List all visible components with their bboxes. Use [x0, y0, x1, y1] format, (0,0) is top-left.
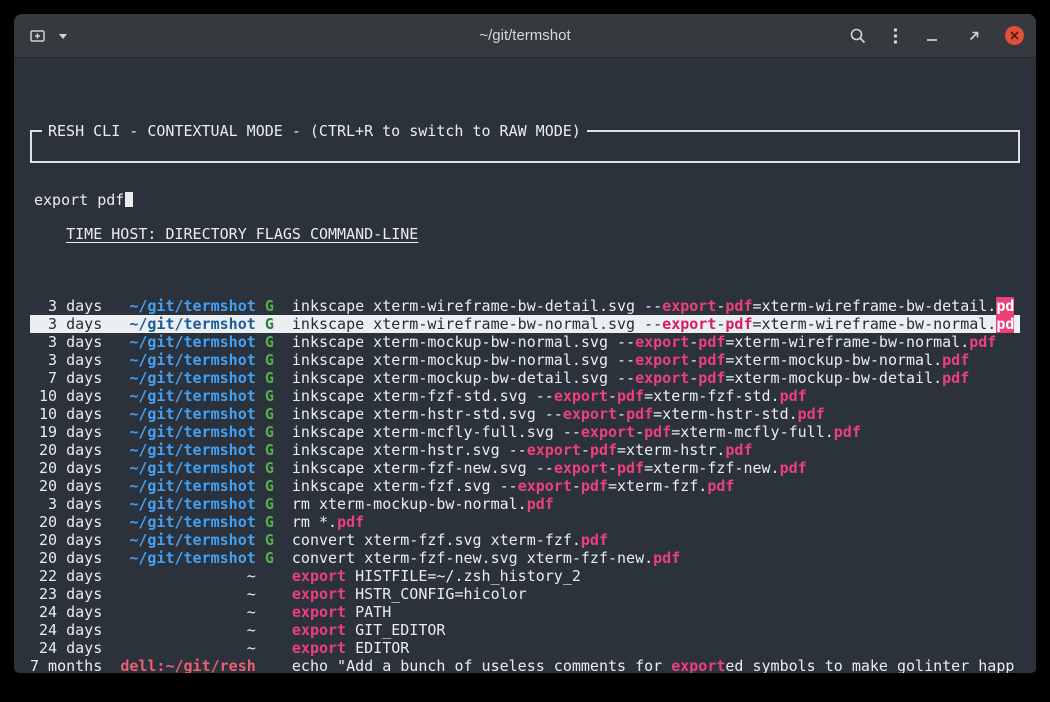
history-row[interactable]: 20 days ~/git/termshot G inkscape xterm-…: [30, 441, 1020, 459]
history-row[interactable]: 20 days ~/git/termshot G convert xterm-f…: [30, 549, 1020, 567]
history-row[interactable]: 19 days ~/git/termshot G inkscape xterm-…: [30, 423, 1020, 441]
history-row[interactable]: 24 days ~ export PATH: [30, 603, 1020, 621]
titlebar[interactable]: ~/git/termshot: [14, 14, 1036, 58]
history-list: 3 days ~/git/termshot G inkscape xterm-w…: [30, 297, 1020, 673]
maximize-button[interactable]: [963, 25, 985, 47]
text-cursor: [125, 192, 133, 207]
history-row[interactable]: 10 days ~/git/termshot G inkscape xterm-…: [30, 405, 1020, 423]
menu-button[interactable]: [890, 24, 901, 48]
history-row[interactable]: 3 days ~/git/termshot G inkscape xterm-w…: [30, 315, 1020, 333]
terminal-window: ~/git/termshot: [14, 14, 1036, 673]
history-row[interactable]: 20 days ~/git/termshot G convert xterm-f…: [30, 531, 1020, 549]
restore-icon: [966, 28, 982, 44]
history-row[interactable]: 22 days ~ export HISTFILE=~/.zsh_history…: [30, 567, 1020, 585]
history-row[interactable]: 24 days ~ export GIT_EDITOR: [30, 621, 1020, 639]
history-row[interactable]: 20 days ~/git/termshot G inkscape xterm-…: [30, 459, 1020, 477]
close-icon: [1005, 26, 1024, 45]
search-box[interactable]: RESH CLI - CONTEXTUAL MODE - (CTRL+R to …: [30, 130, 1020, 163]
history-row[interactable]: 3 days ~/git/termshot G rm xterm-mockup-…: [30, 495, 1020, 513]
history-row[interactable]: 3 days ~/git/termshot G inkscape xterm-w…: [30, 297, 1020, 315]
new-tab-button[interactable]: [26, 24, 49, 47]
kebab-menu-icon: [893, 27, 898, 45]
history-row[interactable]: 23 days ~ export HSTR_CONFIG=hicolor: [30, 585, 1020, 603]
history-row[interactable]: 10 days ~/git/termshot G inkscape xterm-…: [30, 387, 1020, 405]
new-tab-icon: [29, 27, 46, 44]
history-row[interactable]: 20 days ~/git/termshot G rm *.pdf: [30, 513, 1020, 531]
minimize-button[interactable]: [921, 25, 943, 47]
search-input[interactable]: export pdf: [34, 191, 124, 209]
search-box-title: RESH CLI - CONTEXTUAL MODE - (CTRL+R to …: [42, 122, 587, 140]
minimize-icon: [924, 28, 940, 44]
tab-list-dropdown[interactable]: [55, 29, 71, 43]
history-row[interactable]: 7 days ~/git/termshot G inkscape xterm-m…: [30, 369, 1020, 387]
close-button[interactable]: [1005, 26, 1024, 45]
history-row[interactable]: 3 days ~/git/termshot G inkscape xterm-m…: [30, 351, 1020, 369]
search-query-line[interactable]: export pdf: [32, 186, 1018, 209]
search-icon: [849, 27, 867, 45]
terminal-screen[interactable]: RESH CLI - CONTEXTUAL MODE - (CTRL+R to …: [14, 58, 1036, 672]
history-row[interactable]: 20 days ~/git/termshot G inkscape xterm-…: [30, 477, 1020, 495]
search-button[interactable]: [846, 24, 870, 48]
history-row[interactable]: 7 months dell:~/git/resh echo "Add a bun…: [30, 657, 1020, 673]
chevron-down-icon: [58, 32, 68, 40]
history-row[interactable]: 3 days ~/git/termshot G inkscape xterm-m…: [30, 333, 1020, 351]
history-row[interactable]: 24 days ~ export EDITOR: [30, 639, 1020, 657]
